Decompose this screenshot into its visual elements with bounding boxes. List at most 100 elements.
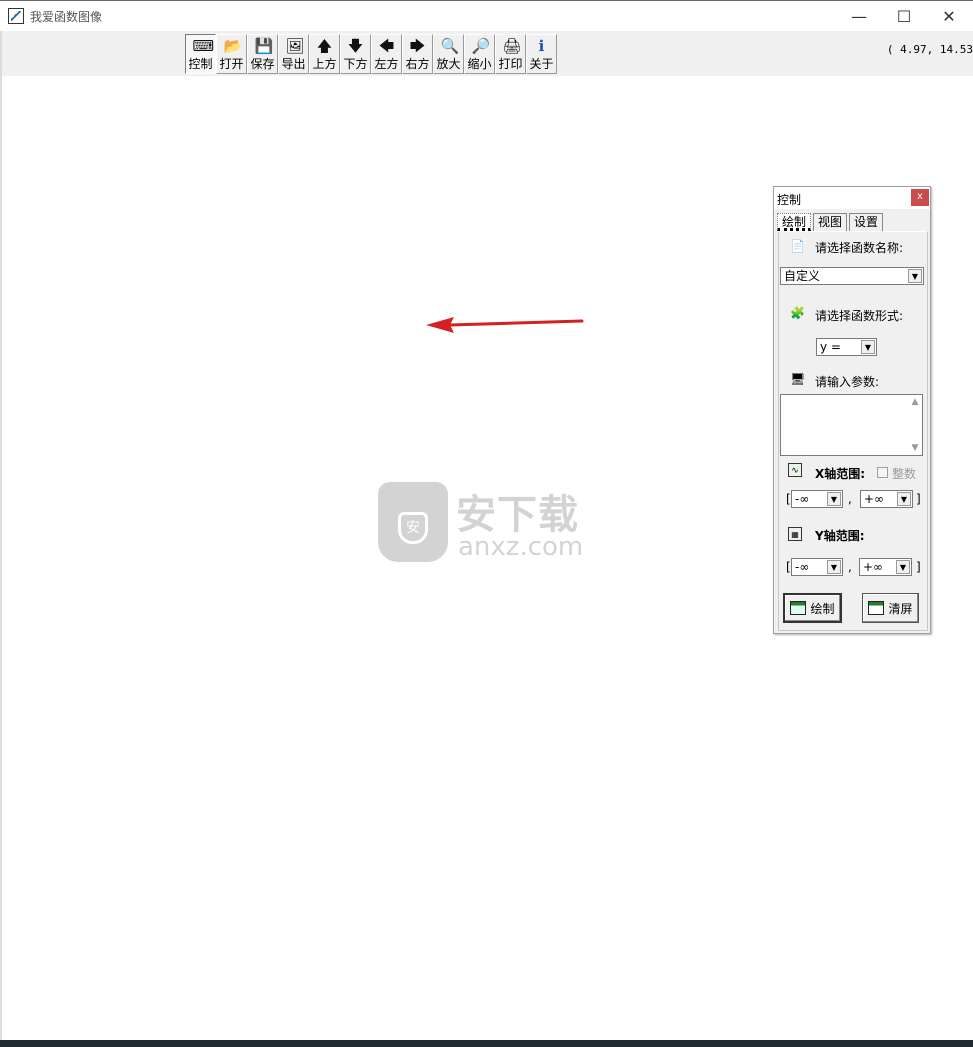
zoom-in-button[interactable]: 🔍 放大 [433,34,464,74]
title-bar: 我爱函数图像 — ☐ ✕ [0,0,973,31]
x-bracket-close: ] [916,492,921,506]
toolbar: ⌨ 控制 📂 打开 💾 保存 🖼 导出 🡅 上方 🡇 下方 🡄 左方 🡆 右方 … [185,34,557,75]
tab-view[interactable]: 视图 [813,213,848,231]
control-button-label: 控制 [188,57,213,71]
draw-button[interactable]: 绘制 [783,593,842,623]
y-comma: , [848,560,852,574]
export-image-icon: 🖼 [285,37,305,55]
zoom-in-icon: 🔍 [440,37,460,55]
x-range-label: X轴范围: [815,467,866,481]
pan-right-button[interactable]: 🡆 右方 [402,34,433,74]
pan-down-button[interactable]: 🡇 下方 [340,34,371,74]
save-disk-icon: 💾 [254,37,274,55]
pan-up-button[interactable]: 🡅 上方 [309,34,340,74]
pan-left-button-label: 左方 [374,57,399,71]
draw-button-label: 绘制 [810,601,835,616]
red-arrow-icon [426,317,584,333]
zoom-out-button[interactable]: 🔎 缩小 [464,34,495,74]
params-input[interactable]: ▲ ▼ [780,394,923,456]
save-button[interactable]: 💾 保存 [247,34,278,74]
close-button[interactable]: ✕ [926,1,972,32]
x-bracket-open: [ [786,492,791,506]
about-button[interactable]: ℹ 关于 [526,34,557,74]
pan-down-button-label: 下方 [343,57,368,71]
pan-up-button-label: 上方 [312,57,337,71]
open-button[interactable]: 📂 打开 [216,34,247,74]
taskbar-strip [0,1040,973,1047]
function-form-value: y = [820,340,841,354]
integer-checkbox[interactable] [877,467,888,478]
cursor-coordinates: ( 4.97, 14.53 [886,43,973,56]
scroll-up-icon[interactable]: ▲ [910,397,920,407]
x-axis-graph-icon: ∿ [788,463,802,477]
shield-char: 安 [398,512,428,544]
print-button[interactable]: 🖨 打印 [495,34,526,74]
y-max-select[interactable]: +∞ ▼ [859,558,912,576]
keyboard-icon: ⌨ [192,37,215,55]
chevron-down-icon[interactable]: ▼ [897,492,911,506]
integer-label: 整数 [892,467,917,481]
export-button[interactable]: 🖼 导出 [278,34,309,74]
clear-button-label: 清屏 [888,601,913,616]
arrow-down-icon: 🡇 [347,37,364,55]
chevron-down-icon[interactable]: ▼ [827,560,841,574]
toolbar-area: ⌨ 控制 📂 打开 💾 保存 🖼 导出 🡅 上方 🡇 下方 🡄 左方 🡆 右方 … [0,31,973,76]
function-form-select[interactable]: y = ▼ [816,338,877,356]
x-max-select[interactable]: +∞ ▼ [860,490,913,508]
y-range-label: Y轴范围: [815,529,865,543]
minimize-button[interactable]: — [836,1,882,32]
scroll-down-icon[interactable]: ▼ [910,443,920,453]
x-max-value: +∞ [864,492,885,506]
printer-icon: 🖨 [502,37,522,55]
chevron-down-icon[interactable]: ▼ [896,560,910,574]
x-min-value: -∞ [795,492,810,506]
document-icon: 📄 [790,239,805,253]
zoom-out-button-label: 缩小 [467,57,492,71]
function-form-icon: 🧩 [790,306,805,320]
maximize-button[interactable]: ☐ [881,1,927,32]
x-min-select[interactable]: -∞ ▼ [791,490,843,508]
function-name-select[interactable]: 自定义 ▼ [780,267,924,285]
y-max-value: +∞ [863,560,884,574]
window-icon [868,601,885,615]
function-name-label: 请选择函数名称: [815,241,904,255]
save-button-label: 保存 [250,57,275,71]
print-button-label: 打印 [498,57,523,71]
tab-settings[interactable]: 设置 [849,213,884,231]
app-chart-icon [8,8,24,24]
export-button-label: 导出 [281,57,306,71]
info-icon: ℹ [538,37,545,55]
window-title: 我爱函数图像 [30,10,103,24]
tab-draw[interactable]: 绘制 [777,213,812,231]
arrow-up-icon: 🡅 [316,37,333,55]
panel-tabs: 绘制 视图 设置 [777,213,885,231]
chevron-down-icon[interactable]: ▼ [908,269,922,283]
y-bracket-open: [ [786,560,791,574]
calculator-icon [790,601,807,615]
shield-icon: 安 [378,482,448,562]
watermark-logo: 安 安下载 anxz.com [378,480,593,565]
panel-title: 控制 [777,193,802,207]
open-folder-icon: 📂 [223,37,243,55]
y-axis-calculator-icon: ▦ [788,527,802,541]
watermark-domain: anxz.com [458,532,584,562]
x-comma: , [848,492,852,506]
panel-header: 控制 x [774,187,930,209]
pan-left-button[interactable]: 🡄 左方 [371,34,402,74]
zoom-out-icon: 🔎 [471,37,491,55]
clear-button[interactable]: 清屏 [862,593,919,623]
y-min-value: -∞ [795,560,810,574]
pan-right-button-label: 右方 [405,57,430,71]
chevron-down-icon[interactable]: ▼ [861,340,875,354]
zoom-in-button-label: 放大 [436,57,461,71]
panel-close-button[interactable]: x [911,189,929,206]
control-button[interactable]: ⌨ 控制 [185,34,216,74]
about-button-label: 关于 [529,57,554,71]
arrow-left-icon: 🡄 [378,37,395,55]
params-label: 请输入参数: [815,375,880,389]
chevron-down-icon[interactable]: ▼ [827,492,841,506]
y-bracket-close: ] [916,560,921,574]
open-button-label: 打开 [219,57,244,71]
params-icon: 🖥 [790,372,806,386]
y-min-select[interactable]: -∞ ▼ [791,558,843,576]
